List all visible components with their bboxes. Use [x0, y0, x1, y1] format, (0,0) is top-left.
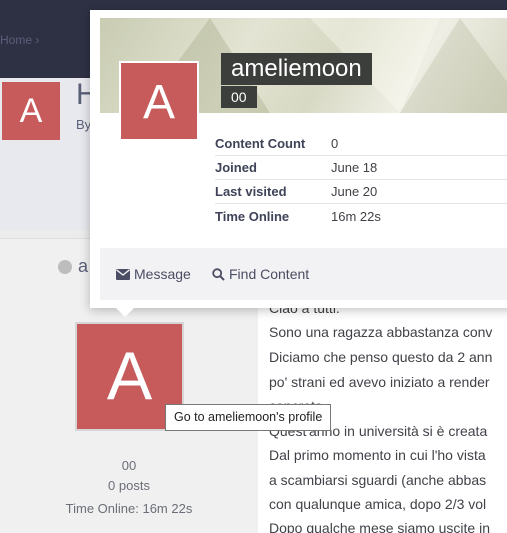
post-text-line: Diciamo che penso questo da 2 ann — [269, 349, 493, 365]
stat-row: Time Online 16m 22s — [215, 204, 507, 228]
hovercard-stats: Content Count 0 Joined June 18 Last visi… — [215, 132, 507, 228]
post-text-line: a scambiarsi sguardi (anche abbas — [269, 472, 487, 488]
search-icon — [212, 267, 225, 281]
stat-value: June 18 — [331, 160, 378, 175]
post-text-line: Dopo qualche mese siamo uscite in — [269, 520, 491, 533]
stat-value: 16m 22s — [331, 208, 381, 224]
topic-byline: By — [76, 117, 92, 132]
topic-author-avatar[interactable]: A — [2, 82, 60, 140]
post-text-line: Dal primo momento in cui l'ho vista — [269, 447, 486, 463]
stat-row: Content Count 0 — [215, 132, 507, 156]
post-text-line: con qualunque amica, dopo 2/3 vol — [269, 496, 487, 512]
stat-label: Joined — [215, 160, 257, 175]
stat-label: Content Count — [215, 136, 306, 151]
find-content-label: Find Content — [229, 266, 310, 282]
post-text-line: po' strani ed avevo iniziato a render — [269, 374, 490, 390]
offline-status-icon — [58, 260, 72, 274]
hovercard-member-title: 00 — [221, 86, 257, 108]
stat-label: Last visited — [215, 184, 287, 199]
find-content-button[interactable]: Find Content — [212, 266, 309, 282]
stat-row: Last visited June 20 — [215, 180, 507, 204]
post-author-time-online: Time Online: 16m 22s — [65, 501, 193, 516]
post-author-post-count: 0 posts — [108, 478, 150, 493]
stat-value: June 20 — [331, 184, 378, 199]
envelope-icon — [116, 268, 130, 280]
breadcrumb[interactable]: Home › — [0, 33, 39, 47]
stat-value: 0 — [331, 136, 339, 151]
post-author-name[interactable]: a — [78, 256, 88, 277]
hovercard-avatar[interactable]: A — [119, 61, 199, 141]
post-author-title: 00 — [121, 458, 137, 473]
hovercard-caret — [115, 307, 135, 317]
stat-row: Joined June 18 — [215, 156, 507, 180]
hovercard-username[interactable]: ameliemoon — [221, 53, 372, 85]
post-text-line: Sono una ragazza abbastanza conv — [269, 324, 493, 340]
message-label: Message — [134, 266, 191, 282]
message-button[interactable]: Message — [116, 266, 191, 282]
profile-tooltip: Go to ameliemoon's profile — [165, 404, 332, 431]
stat-label: Time Online — [215, 208, 290, 224]
